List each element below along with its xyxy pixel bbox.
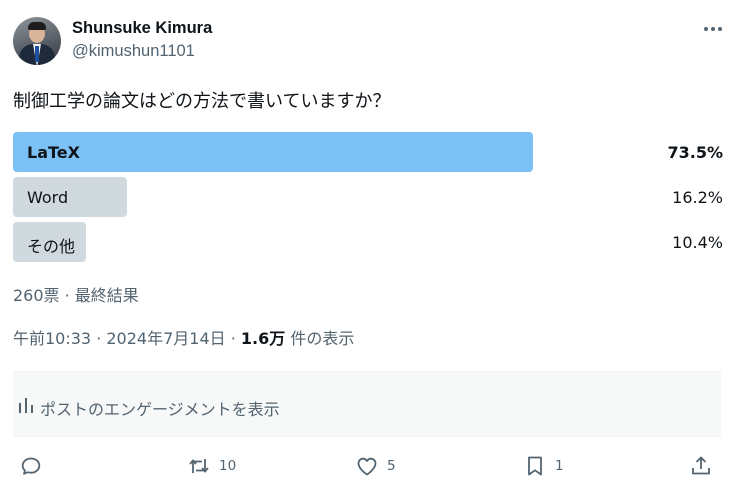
poll-option-label: Word [27, 188, 69, 207]
bookmark-count: 1 [555, 458, 564, 474]
view-engagement-label: ポストのエンゲージメントを表示 [40, 400, 280, 419]
share-icon [692, 456, 710, 475]
poll-option: その他 10.4% [13, 222, 723, 262]
author-handle[interactable]: @kimushun1101 [72, 42, 195, 61]
more-options-button[interactable] [700, 18, 726, 40]
analytics-icon [19, 398, 33, 413]
poll-summary: 260票 · 最終結果 [13, 286, 139, 305]
bookmark-icon [528, 456, 542, 476]
like-count: 5 [387, 458, 396, 474]
post-meta: 午前10:33 · 2024年7月14日 · 1.6万 件の表示 [13, 325, 354, 349]
poll-option-percent: 73.5% [667, 143, 723, 162]
view-count: 1.6万 [240, 329, 286, 348]
repost-icon [189, 459, 209, 473]
poll-option: LaTeX 73.5% [13, 132, 723, 172]
post-header: Shunsuke Kimura @kimushun1101 [13, 14, 728, 68]
poll-option: Word 16.2% [13, 177, 723, 217]
like-button[interactable]: 5 [355, 453, 396, 479]
action-bar: 10 5 1 [13, 447, 723, 483]
author-name[interactable]: Shunsuke Kimura [72, 19, 212, 38]
poll-option-bar [13, 132, 533, 172]
repost-count: 10 [219, 458, 237, 474]
poll-option-label: LaTeX [27, 143, 80, 162]
view-label: 件の表示 [285, 329, 355, 348]
avatar[interactable] [13, 17, 61, 65]
poll-option-label: その他 [27, 237, 76, 256]
reply-icon [21, 457, 41, 475]
like-icon [357, 457, 377, 476]
post-text: 制御工学の論文はどの方法で書いていますか？ [13, 91, 391, 112]
post-timestamp[interactable]: 午前10:33 · 2024年7月14日 · [13, 329, 241, 348]
more-icon [704, 27, 722, 31]
poll: LaTeX 73.5% Word 16.2% その他 10.4% [13, 132, 723, 267]
share-button[interactable] [689, 453, 713, 479]
poll-option-percent: 16.2% [672, 188, 723, 207]
bookmark-button[interactable]: 1 [523, 453, 564, 479]
view-engagement-button[interactable]: ポストのエンゲージメントを表示 [13, 371, 721, 437]
repost-button[interactable]: 10 [187, 453, 236, 479]
reply-button[interactable] [19, 453, 43, 479]
poll-option-percent: 10.4% [672, 233, 723, 252]
